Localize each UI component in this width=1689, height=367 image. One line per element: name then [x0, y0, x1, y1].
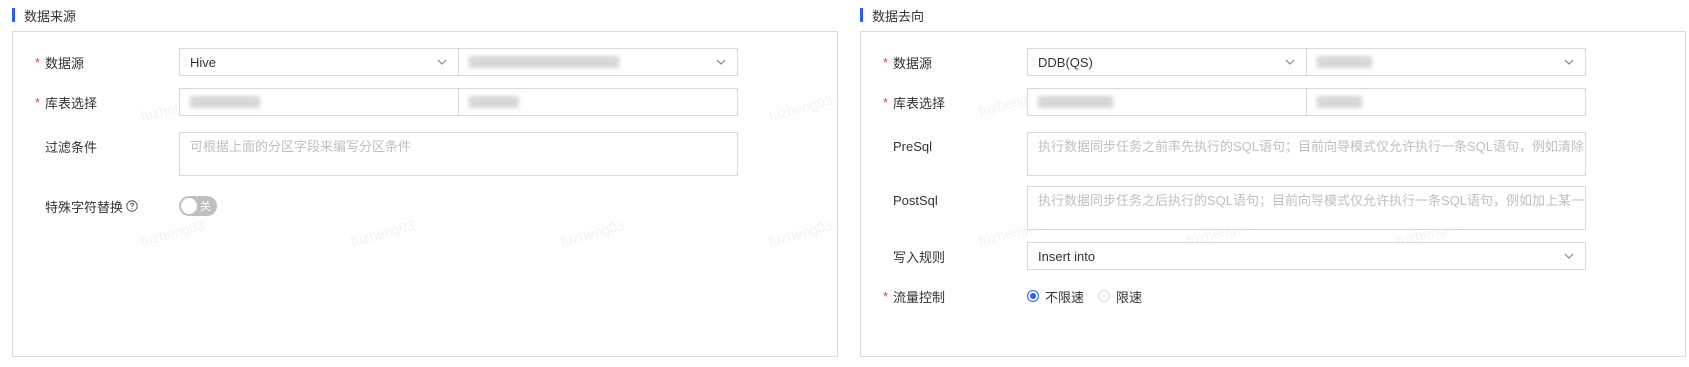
source-database-select[interactable]	[179, 88, 459, 116]
radio-unlimited[interactable]: 不限速	[1027, 287, 1084, 306]
radio-unchecked-icon	[1098, 290, 1111, 302]
section-accent-bar	[860, 8, 863, 22]
target-datasource-instance-select[interactable]	[1306, 48, 1586, 76]
redacted-value	[469, 96, 519, 108]
help-circle-icon[interactable]	[126, 200, 138, 212]
chevron-down-icon	[1564, 59, 1574, 65]
target-panel: * 数据源 DDB(QS) * 库表选择 PreSql 执行数据同步任务之前率先…	[860, 31, 1686, 357]
source-datasource-type-select[interactable]: Hive	[179, 48, 459, 76]
target-flow-control-label: * 流量控制	[883, 288, 946, 305]
source-table-label: * 库表选择	[35, 94, 98, 111]
redacted-value	[1317, 96, 1362, 108]
target-table-label: * 库表选择	[883, 94, 946, 111]
target-database-select[interactable]	[1027, 88, 1307, 116]
target-datasource-type-select[interactable]: DDB(QS)	[1027, 48, 1307, 76]
redacted-value	[469, 56, 619, 68]
redacted-value	[190, 96, 260, 108]
chevron-down-icon	[716, 59, 726, 65]
target-table-select[interactable]	[1306, 88, 1586, 116]
target-section: 数据去向 * 数据源 DDB(QS) * 库表选择 PreSql 执行数据同步任…	[860, 0, 1686, 357]
postsql-textarea[interactable]: 执行数据同步任务之后执行的SQL语句；目前向导模式仅允许执行一条SQL语句，例如…	[1027, 186, 1586, 230]
source-datasource-instance-select[interactable]	[458, 48, 738, 76]
chevron-down-icon	[1285, 59, 1295, 65]
source-special-char-label: 特殊字符替换	[35, 192, 138, 220]
radio-limited[interactable]: 限速	[1098, 287, 1142, 306]
source-panel: * 数据源 Hive * 库表选择 过滤条件 可根据上面的分区字段来编写分区条件…	[12, 31, 838, 357]
toggle-knob	[181, 198, 197, 214]
flow-control-radio-group: 不限速 限速	[1027, 282, 1156, 310]
redacted-value	[1317, 56, 1372, 68]
redacted-value	[1038, 96, 1113, 108]
chevron-down-icon	[1564, 253, 1574, 259]
target-section-title: 数据去向	[872, 8, 925, 24]
source-filter-label: 过滤条件	[45, 139, 98, 155]
target-presql-label: PreSql	[893, 138, 933, 154]
target-write-rule-label: 写入规则	[893, 249, 946, 265]
special-char-toggle[interactable]: 关	[179, 196, 217, 216]
source-section-header: 数据来源	[12, 0, 838, 30]
target-section-header: 数据去向	[860, 0, 1686, 30]
source-datasource-label: * 数据源	[35, 54, 85, 71]
source-section: 数据来源 * 数据源 Hive * 库表选择 过滤条件 可根据上面的分区字段来编…	[12, 0, 838, 357]
target-datasource-label: * 数据源	[883, 54, 933, 71]
radio-checked-icon	[1027, 290, 1039, 302]
target-postsql-label: PostSql	[893, 192, 938, 208]
write-rule-select[interactable]: Insert into	[1027, 242, 1586, 270]
source-table-select[interactable]	[458, 88, 738, 116]
source-section-title: 数据来源	[24, 8, 77, 24]
source-filter-textarea[interactable]: 可根据上面的分区字段来编写分区条件	[179, 132, 738, 176]
chevron-down-icon	[437, 59, 447, 65]
section-accent-bar	[12, 8, 15, 22]
presql-textarea[interactable]: 执行数据同步任务之前率先执行的SQL语句；目前向导模式仅允许执行一条SQL语句，…	[1027, 132, 1586, 176]
